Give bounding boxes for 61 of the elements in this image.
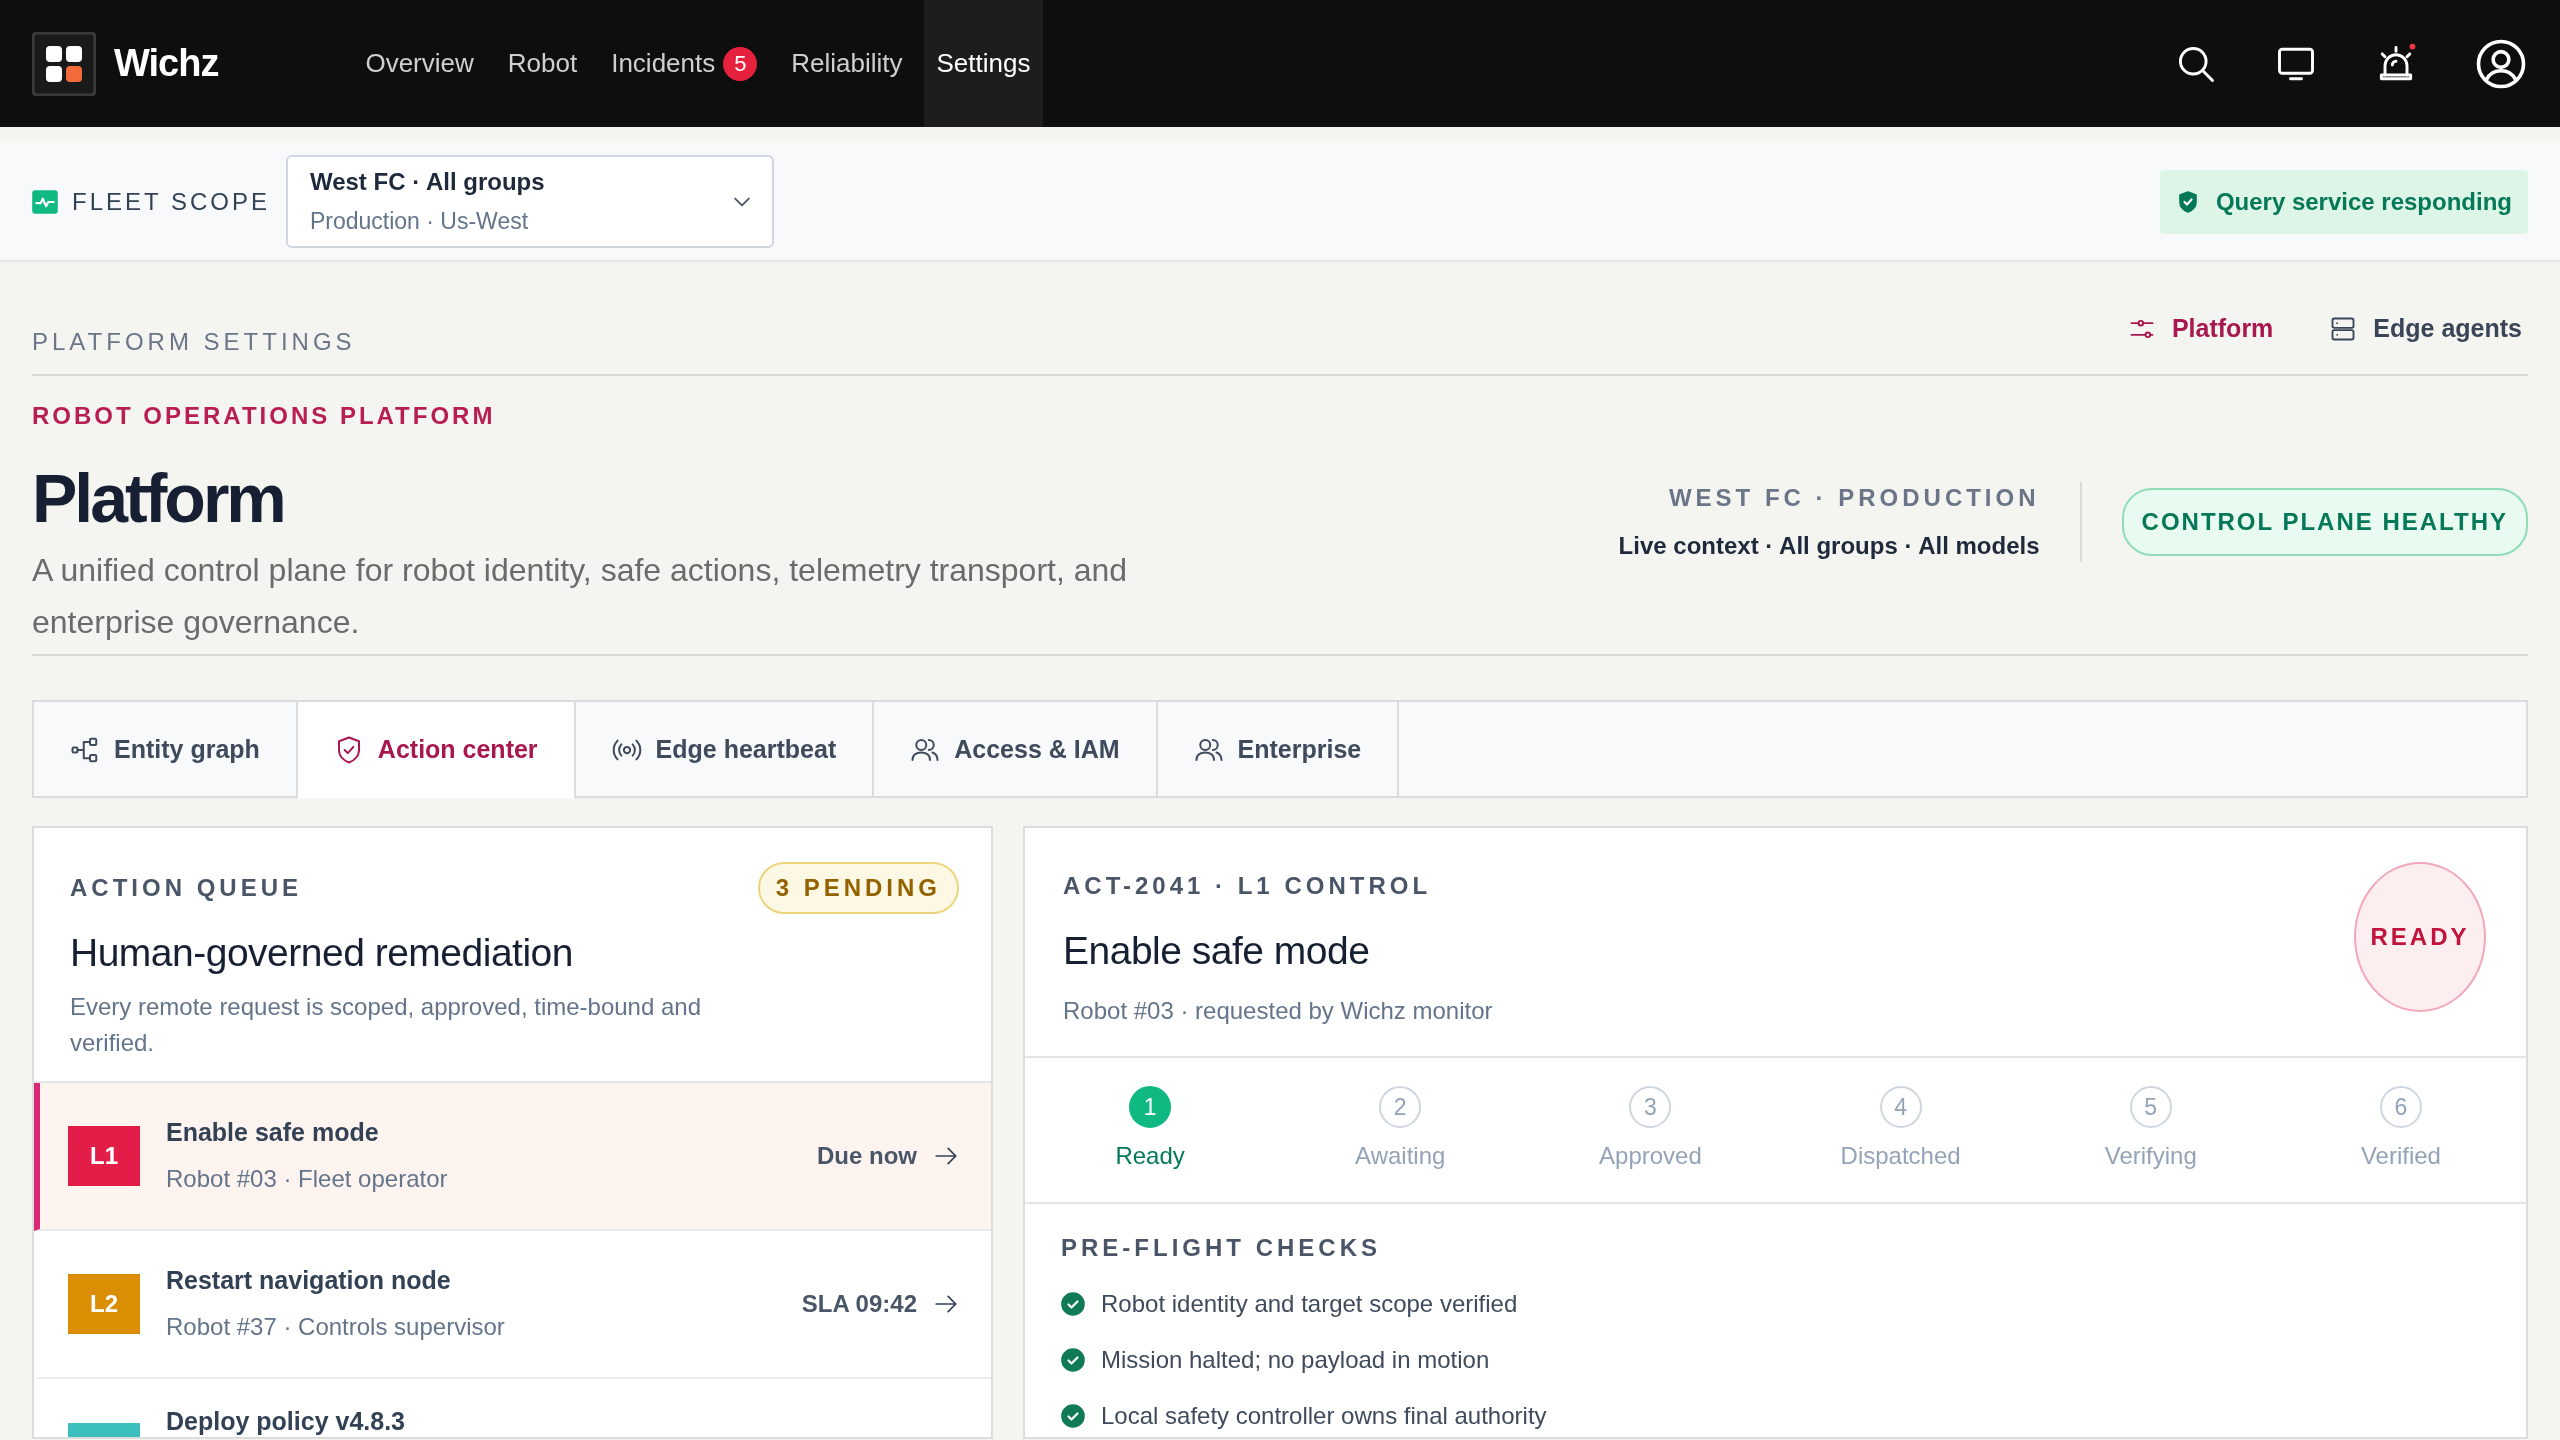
- nav-link[interactable]: Robot: [494, 0, 591, 127]
- nav-link[interactable]: Reliability: [778, 0, 916, 127]
- card-description: Robot #03 · requested by Wichz monitor: [1063, 995, 1493, 1026]
- scope-dropdown[interactable]: West FC · All groups Production · Us-West: [285, 155, 774, 248]
- check-text: Robot identity and target scope verified: [1101, 1289, 1518, 1319]
- tab[interactable]: Edge heartbeat: [575, 702, 875, 798]
- queue-item[interactable]: L1 Enable safe mode Robot #03 · Fleet operator Due now: [34, 1082, 991, 1231]
- level-badge: L2: [68, 1273, 140, 1334]
- check-text: Mission halted; no payload in motion: [1101, 1345, 1490, 1375]
- scope-label: FLEET SCOPE: [72, 186, 270, 217]
- level-badge: L1: [68, 1125, 140, 1186]
- settings-tab[interactable]: Edge agents: [2323, 297, 2528, 374]
- step-number: 1: [1129, 1086, 1172, 1128]
- eyebrow-text: ROBOT OPERATIONS PLATFORM: [32, 401, 497, 431]
- nav-link[interactable]: Settings: [923, 0, 1044, 127]
- card-title: Enable safe mode: [1063, 928, 1371, 974]
- step-label: Approved: [1599, 1141, 1702, 1171]
- nav-link[interactable]: Overview: [352, 0, 487, 127]
- step-number: 5: [2129, 1086, 2172, 1128]
- due-text: Due now: [817, 1140, 917, 1171]
- step-number: 3: [1629, 1086, 1672, 1128]
- settings-tab[interactable]: Platform: [2121, 297, 2280, 374]
- context-detail: Live context · All groups · All models: [1618, 531, 2040, 561]
- step-label: Dispatched: [1840, 1141, 1961, 1171]
- page-description: A unified control plane for robot identity, safe actions, telemetry transport, and enterprise governance.: [32, 551, 1129, 642]
- page-title: Platform: [32, 464, 285, 532]
- step-number: 4: [1879, 1086, 1922, 1128]
- status-text: Query service responding: [2215, 186, 2512, 217]
- card-description: Every remote request is scoped, approved, time-bound and verified.: [70, 991, 703, 1058]
- brand-name: Wichz: [114, 41, 219, 86]
- item-detail: Robot #37 · Controls supervisor: [166, 1312, 505, 1343]
- section-label: PRE-FLIGHT CHECKS: [1061, 1233, 1382, 1263]
- status-badge: READY: [2354, 862, 2486, 1012]
- count-badge: 5: [723, 46, 758, 81]
- nav-link[interactable]: Incidents 5: [598, 0, 771, 127]
- tab[interactable]: Access & IAM: [874, 702, 1158, 798]
- logo-icon: [32, 31, 96, 96]
- due-text: SLA 09:42: [801, 1288, 917, 1319]
- check-text: Local safety controller owns final authority: [1101, 1401, 1547, 1431]
- item-title: Deploy policy v4.8.3: [166, 1405, 405, 1437]
- tab[interactable]: Action center: [297, 702, 576, 798]
- card-label: ACT-2041 · L1 CONTROL: [1063, 871, 1433, 901]
- context-label: WEST FC · PRODUCTION: [1667, 483, 2040, 513]
- step-label: Awaiting: [1355, 1141, 1446, 1171]
- step-number: 6: [2379, 1086, 2422, 1128]
- tab[interactable]: Enterprise: [1157, 702, 1400, 798]
- item-detail: Robot #03 · Fleet operator: [166, 1164, 448, 1195]
- graph-icon: [70, 735, 100, 765]
- step-label: Verifying: [2104, 1141, 2197, 1171]
- health-badge: CONTROL PLANE HEALTHY: [2121, 488, 2528, 556]
- item-title: Enable safe mode: [166, 1116, 380, 1148]
- section-title: PLATFORM SETTINGS: [32, 327, 356, 357]
- step-label: Ready: [1115, 1141, 1185, 1171]
- chevron-down-icon: [733, 196, 750, 207]
- card-label: ACTION QUEUE: [70, 873, 302, 903]
- pulse-icon: [32, 188, 58, 215]
- item-title: Restart navigation node: [166, 1264, 452, 1296]
- pending-badge: 3 PENDING: [757, 862, 959, 914]
- card-title: Human-governed remediation: [70, 930, 574, 976]
- step-number: 2: [1379, 1086, 1422, 1128]
- step-label: Verified: [2360, 1141, 2441, 1171]
